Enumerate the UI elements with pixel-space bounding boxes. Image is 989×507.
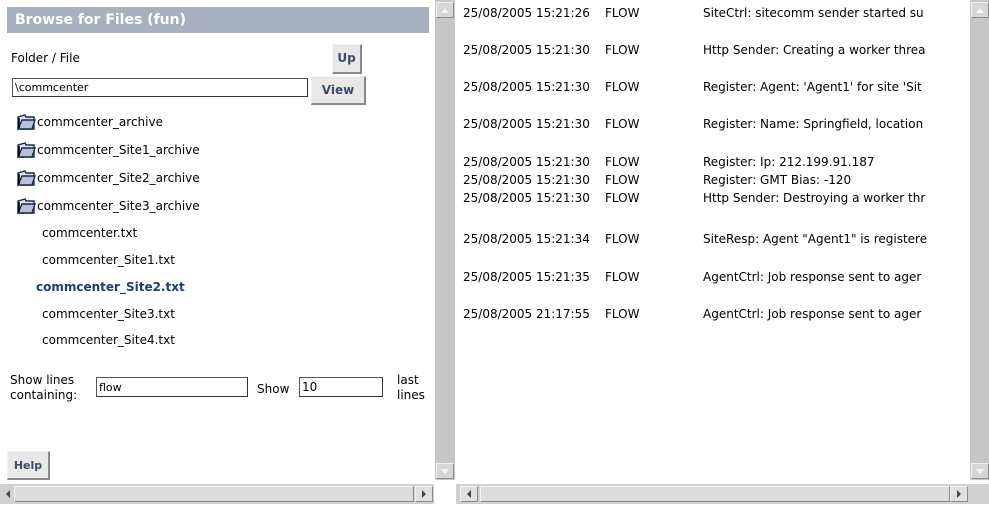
show-count-label: Show [257,382,290,396]
log-message: Http Sender: Creating a worker threa [703,43,926,57]
right-horizontal-scrollbar[interactable] [456,484,970,504]
log-level: FLOW [605,173,640,187]
log-level: FLOW [605,43,640,57]
folder-name: commcenter_Site1_archive [37,143,200,157]
log-message: Register: GMT Bias: -120 [703,173,852,187]
log-timestamp: 25/08/2005 15:21:34 [463,232,590,246]
folder-icon [16,113,36,130]
log-timestamp: 25/08/2005 15:21:26 [463,6,590,20]
log-level: FLOW [605,191,640,205]
log-timestamp: 25/08/2005 15:21:30 [463,43,590,57]
folder-item[interactable]: commcenter_Site1_archive [16,141,200,159]
scroll-corner [970,484,989,504]
view-button[interactable]: View [311,76,366,105]
folder-name: commcenter_archive [37,115,163,129]
lines-text: lines [397,388,425,402]
selected-file-item[interactable]: commcenter_Site2.txt [36,280,185,294]
up-button[interactable]: Up [332,44,362,74]
log-timestamp: 25/08/2005 15:21:30 [463,191,590,205]
folder-name: commcenter_Site2_archive [37,171,200,185]
log-level: FLOW [605,232,640,246]
scroll-left-arrow-icon[interactable] [2,486,14,502]
left-horizontal-scrollbar[interactable] [0,484,434,504]
log-level: FLOW [605,117,640,131]
folder-icon [16,197,36,214]
log-viewer-pane: 25/08/2005 15:21:26 FLOW SiteCtrl: sitecom… [455,0,970,482]
log-timestamp: 25/08/2005 15:21:30 [463,117,590,131]
browser-title-bar: Browse for Files (fun) [7,7,429,33]
scroll-down-arrow-icon[interactable] [971,463,989,479]
scroll-up-arrow-icon[interactable] [971,2,989,18]
log-message: SiteResp: Agent "Agent1" is registere [703,232,928,246]
right-hscroll-thumb[interactable] [480,486,950,502]
last-lines-label: last lines [397,373,425,403]
log-message: AgentCtrl: Job response sent to ager [703,270,922,284]
file-item[interactable]: commcenter_Site4.txt [42,333,175,347]
right-vertical-scrollbar[interactable] [970,0,989,480]
file-item[interactable]: commcenter_Site3.txt [42,307,175,321]
scroll-right-arrow-icon[interactable] [415,486,433,502]
log-timestamp: 25/08/2005 15:21:35 [463,270,590,284]
log-message: SiteCtrl: sitecomm sender started su [703,6,924,20]
left-vertical-scrollbar[interactable] [435,0,455,480]
last-text: last [397,373,419,387]
file-browser-pane: Browse for Files (fun) Folder / File Up … [0,0,435,507]
log-message: Register: Ip: 212.199.91.187 [703,155,875,169]
divider [7,417,429,418]
folder-icon [16,169,36,186]
containing-text: containing: [10,388,78,402]
log-message: Register: Agent: 'Agent1' for site 'Sit [703,80,922,94]
log-message: Http Sender: Destroying a worker thr [703,191,926,205]
show-lines-text: Show lines [10,373,75,387]
log-timestamp: 25/08/2005 15:21:30 [463,80,590,94]
folder-file-label: Folder / File [11,51,80,65]
log-timestamp: 25/08/2005 15:21:30 [463,155,590,169]
scroll-right-arrow-icon[interactable] [950,486,968,502]
path-input[interactable] [12,78,308,97]
log-level: FLOW [605,6,640,20]
log-level: FLOW [605,155,640,169]
folder-item[interactable]: commcenter_Site2_archive [16,169,200,187]
log-level: FLOW [605,307,640,321]
log-level: FLOW [605,270,640,284]
log-timestamp: 25/08/2005 15:21:30 [463,173,590,187]
folder-item[interactable]: commcenter_Site3_archive [16,197,200,215]
folder-item[interactable]: commcenter_archive [16,113,163,131]
log-level: FLOW [605,80,640,94]
file-item[interactable]: commcenter.txt [42,226,137,240]
log-message: AgentCtrl: Job response sent to ager [703,307,922,321]
left-hscroll-thumb[interactable] [14,486,414,502]
scroll-up-arrow-icon[interactable] [436,2,454,18]
folder-icon [16,141,36,158]
show-lines-label: Show lines containing: [10,373,77,403]
folder-name: commcenter_Site3_archive [37,199,200,213]
line-count-input[interactable] [299,377,383,397]
filter-input[interactable] [96,377,248,397]
scroll-down-arrow-icon[interactable] [436,463,454,479]
file-item[interactable]: commcenter_Site1.txt [42,253,175,267]
log-timestamp: 25/08/2005 21:17:55 [463,307,590,321]
scroll-left-arrow-icon[interactable] [460,486,478,502]
log-message: Register: Name: Springfield, location [703,117,924,131]
help-button[interactable]: Help [7,451,50,480]
